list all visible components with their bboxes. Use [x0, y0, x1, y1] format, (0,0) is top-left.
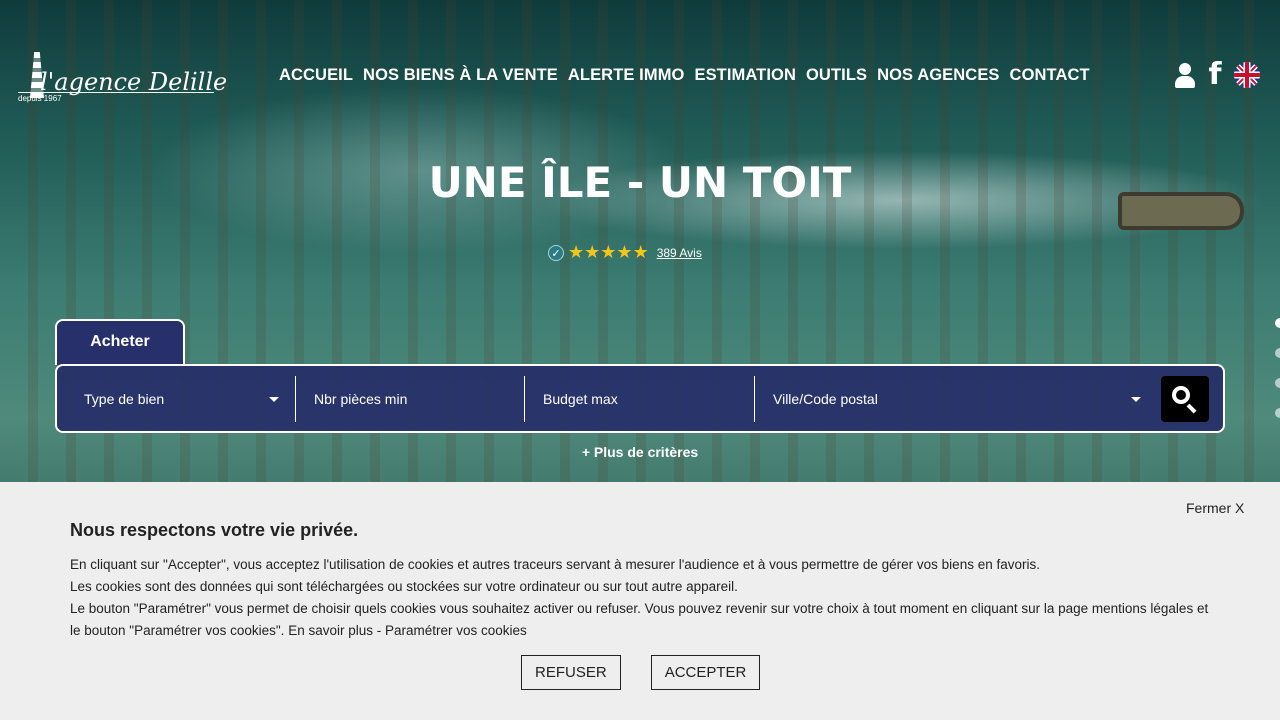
star-icon: ★	[584, 242, 601, 263]
property-type-select[interactable]: Type de bien	[69, 376, 296, 422]
refuse-button[interactable]: REFUSER	[521, 655, 621, 690]
header-icons: f	[1174, 60, 1260, 90]
logo-since: depuis 1967	[18, 94, 62, 103]
carousel-dot[interactable]	[1275, 348, 1280, 358]
chevron-down-icon	[269, 397, 279, 402]
logo-underline	[18, 92, 214, 93]
property-type-label: Type de bien	[84, 391, 165, 407]
budget-placeholder: Budget max	[543, 391, 618, 407]
uk-flag-icon[interactable]	[1234, 62, 1260, 88]
chevron-down-icon	[1131, 397, 1141, 402]
more-criteria-link[interactable]: + Plus de critères	[0, 444, 1280, 460]
user-icon[interactable]	[1174, 60, 1196, 90]
location-placeholder: Ville/Code postal	[773, 391, 878, 407]
nav-item-outils[interactable]: OUTILS	[806, 66, 867, 85]
search-icon	[1172, 386, 1190, 404]
star-icon: ★	[568, 242, 585, 263]
cookie-title: Nous respectons votre vie privée.	[70, 520, 359, 540]
verified-check-icon: ✓	[548, 245, 564, 261]
carousel-dot[interactable]	[1275, 378, 1280, 388]
rooms-input[interactable]: Nbr pièces min	[296, 376, 525, 422]
nav-item-accueil[interactable]: ACCUEIL	[279, 66, 353, 85]
reviews-link[interactable]: 389 Avis	[657, 246, 702, 260]
cookie-text-line: Les cookies sont des données qui sont té…	[70, 579, 738, 594]
carousel-dots	[1275, 318, 1280, 438]
tab-acheter[interactable]: Acheter	[55, 319, 185, 365]
cookie-banner: Fermer X Nous respectons votre vie privé…	[0, 482, 1280, 720]
carousel-dot[interactable]	[1275, 318, 1280, 328]
nav-item-nos-biens[interactable]: NOS BIENS À LA VENTE	[363, 66, 558, 85]
hero-title: UNE ÎLE - UN TOIT	[428, 158, 852, 207]
cookie-buttons: REFUSER ACCEPTER	[521, 655, 761, 690]
star-icon: ★	[632, 242, 649, 263]
star-icon: ★	[616, 242, 633, 263]
rooms-placeholder: Nbr pièces min	[314, 391, 408, 407]
carousel-dot[interactable]	[1275, 408, 1280, 418]
accept-button[interactable]: ACCEPTER	[650, 655, 761, 690]
budget-input[interactable]: Budget max	[525, 376, 755, 422]
site-logo[interactable]: l'agence Delille depuis 1967	[18, 48, 227, 108]
main-nav: ACCUEIL NOS BIENS À LA VENTE ALERTE IMMO…	[279, 66, 1090, 85]
facebook-icon[interactable]: f	[1206, 60, 1224, 90]
nav-item-contact[interactable]: CONTACT	[1010, 66, 1090, 85]
cookie-text: En cliquant sur "Accepter", vous accepte…	[70, 554, 1220, 642]
cookie-text-line: En cliquant sur "Accepter", vous accepte…	[70, 557, 1040, 572]
search-bar: Type de bien Nbr pièces min Budget max V…	[55, 364, 1225, 433]
nav-item-estimation[interactable]: ESTIMATION	[694, 66, 796, 85]
rating-stars: ★ ★ ★ ★ ★	[568, 244, 649, 262]
nav-item-alerte-immo[interactable]: ALERTE IMMO	[568, 66, 685, 85]
rating-widget: ✓ ★ ★ ★ ★ ★ 389 Avis	[548, 244, 702, 262]
location-select[interactable]: Ville/Code postal	[755, 376, 1145, 422]
search-button[interactable]	[1161, 376, 1209, 422]
star-icon: ★	[600, 242, 617, 263]
cookie-text-line: Le bouton "Paramétrer" vous permet de ch…	[70, 601, 1209, 638]
nav-item-nos-agences[interactable]: NOS AGENCES	[877, 66, 999, 85]
cookie-close-button[interactable]: Fermer X	[1186, 500, 1244, 516]
